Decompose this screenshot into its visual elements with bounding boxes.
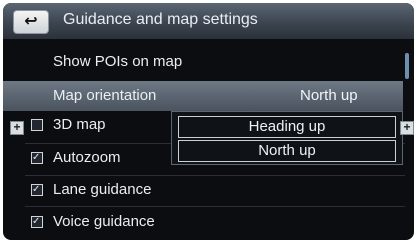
row-show-pois[interactable]: Show POIs on map [3,47,403,77]
checkbox-voice-guidance[interactable] [31,207,43,237]
map-orientation-value: North up [300,87,358,104]
settings-screen: ↩ Guidance and map settings Show POIs on… [3,3,414,240]
checkbox-lane-guidance[interactable] [31,175,43,205]
row-label-show-pois: Show POIs on map [53,53,183,70]
scrollbar[interactable] [405,53,409,79]
back-button[interactable]: ↩ [13,10,49,34]
left-plus-icon[interactable]: + [10,121,24,135]
page-title: Guidance and map settings [63,11,258,28]
row-label-lane-guidance: Lane guidance [53,181,152,198]
row-label-map-orientation: Map orientation [53,87,157,104]
option-heading-up[interactable]: Heading up [178,116,396,138]
row-label-autozoom: Autozoom [53,149,121,166]
row-label-3d-map: 3D map [53,116,106,133]
row-map-orientation[interactable]: Map orientation North up [3,81,403,111]
header-bar: ↩ Guidance and map settings [3,3,414,39]
checkbox-autozoom[interactable] [31,143,43,173]
row-voice-guidance[interactable]: Voice guidance [3,207,403,237]
option-north-up[interactable]: North up [178,140,396,162]
right-plus-icon[interactable]: + [400,121,414,135]
row-lane-guidance[interactable]: Lane guidance [3,175,403,205]
checkbox-3d-map[interactable] [31,119,43,131]
row-label-voice-guidance: Voice guidance [53,213,155,230]
orientation-dropdown: Heading up North up [171,111,403,165]
